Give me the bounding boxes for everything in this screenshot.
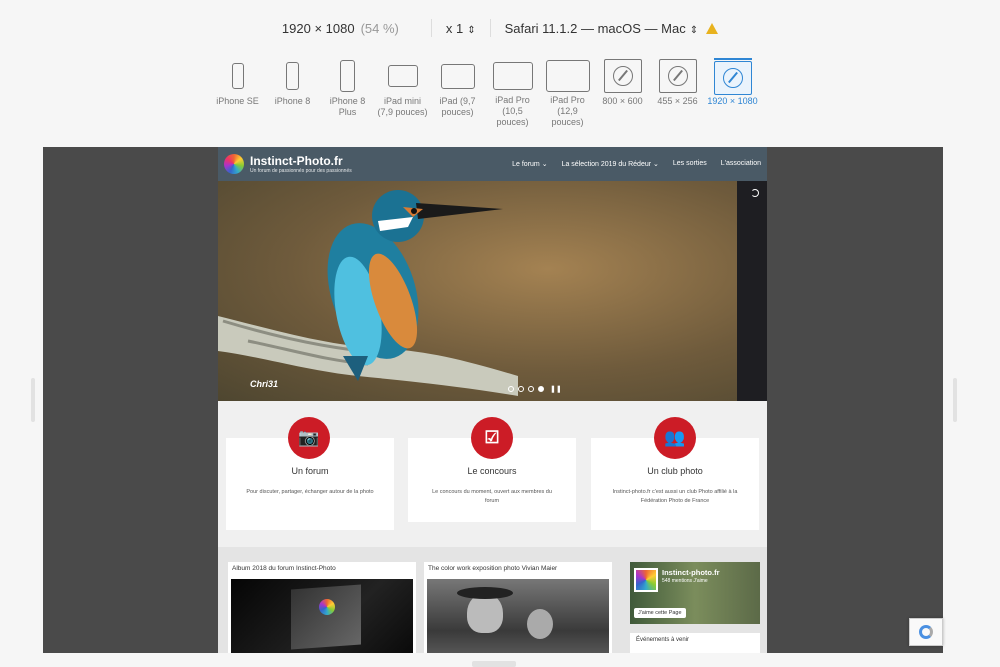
resize-handle-left[interactable] [31,378,35,422]
warning-icon[interactable] [706,22,719,34]
phone-icon [340,60,355,92]
divider [430,19,432,37]
recaptcha-badge[interactable] [909,618,943,646]
nav-sorties[interactable]: Les sorties [673,160,707,168]
resolution-label: 1920 × 1080 [281,20,355,36]
resize-handle-right[interactable] [953,378,957,422]
website: Instinct-Photo.fr Un forum de passionnés… [218,147,767,653]
device-iphone-8-plus[interactable]: iPhone 8 Plus [320,58,375,128]
fb-page-logo [634,568,658,592]
device-800x600[interactable]: 800 × 600 [595,58,650,128]
nav-forum[interactable]: Le forum ⌄ [512,160,547,168]
chevron-updown-icon: ⇕ [467,24,476,36]
features-section: Un forum Pour discuter, partager, échang… [218,401,767,547]
device-ipad[interactable]: iPad (9,7 pouces) [430,58,485,128]
site-navbar: Instinct-Photo.fr Un forum de passionnés… [218,147,767,181]
post-image [427,579,609,653]
site-logo[interactable] [224,154,244,174]
recaptcha-icon [919,625,933,639]
site-nav-links: Le forum ⌄ La sélection 2019 du Rédeur ⌄… [498,160,761,168]
hero-slider[interactable]: Chri31 ❚❚ [218,181,767,401]
users-icon: 👥 [654,417,696,459]
nav-association[interactable]: L'association [721,160,761,168]
post-image [231,579,413,653]
post-card-album[interactable]: Album 2018 du forum Instinct-Photo [228,562,416,653]
browser-select[interactable]: Safari 11.1.2 — macOS — Mac ⇕ [505,21,699,36]
fb-like-button[interactable]: J'aime cette Page [634,608,686,618]
posts-section: Album 2018 du forum Instinct-Photo The c… [218,547,767,653]
safari-icon [658,59,697,93]
device-iphone-8[interactable]: iPhone 8 [265,58,320,128]
device-ipad-pro-10[interactable]: iPad Pro (10,5 pouces) [485,58,540,128]
slider-dot[interactable] [528,386,534,392]
hero-overlay [737,181,767,401]
camera-icon: 📷 [288,417,330,459]
scale-select[interactable]: x 1 ⇕ [446,21,476,36]
facebook-widget[interactable]: Instinct-photo.fr 548 mentions J'aime J'… [630,562,760,624]
phone-icon [231,63,244,89]
nav-selection[interactable]: La sélection 2019 du Rédeur ⌄ [562,160,659,168]
kingfisher-photo [218,190,518,396]
resize-handle-bottom[interactable] [472,661,516,667]
slider-dot[interactable] [508,386,514,392]
site-brand[interactable]: Instinct-Photo.fr Un forum de passionnés… [250,154,352,174]
slider-dot[interactable] [538,386,544,392]
photo-credit: Chri31 [250,379,279,389]
chevron-updown-icon: ⇕ [689,24,699,36]
device-iphone-se[interactable]: iPhone SE [210,58,265,128]
post-card-vivian-maier[interactable]: The color work exposition photo Vivian M… [424,562,612,653]
tablet-icon [545,59,590,92]
slider-dot[interactable] [518,386,524,392]
slider-dots: ❚❚ [508,385,562,393]
browser-viewport: Instinct-Photo.fr Un forum de passionnés… [43,147,943,653]
device-1920x1080[interactable]: 1920 × 1080 [705,58,760,128]
events-widget: Événements à venir [630,633,760,653]
pause-icon[interactable]: ❚❚ [550,385,562,393]
tablet-icon [440,63,475,89]
device-list: iPhone SE iPhone 8 iPhone 8 Plus iPad mi… [210,58,790,128]
device-ipad-mini[interactable]: iPad mini (7,9 pouces) [375,58,430,128]
tablet-icon [492,61,533,90]
loading-icon [751,189,759,197]
device-455x256[interactable]: 455 × 256 [650,58,705,128]
divider [489,19,491,37]
zoom-label: (54 %) [360,20,399,36]
checkbox-icon: ☑ [471,417,513,459]
device-ipad-pro-12[interactable]: iPad Pro (12,9 pouces) [540,58,595,128]
phone-icon [286,62,299,90]
toolbar: 1920 × 1080 (54 %) x 1 ⇕ Safari 11.1.2 — … [0,0,1000,56]
safari-icon [713,60,752,95]
tablet-icon [387,65,418,87]
safari-icon [603,59,642,93]
